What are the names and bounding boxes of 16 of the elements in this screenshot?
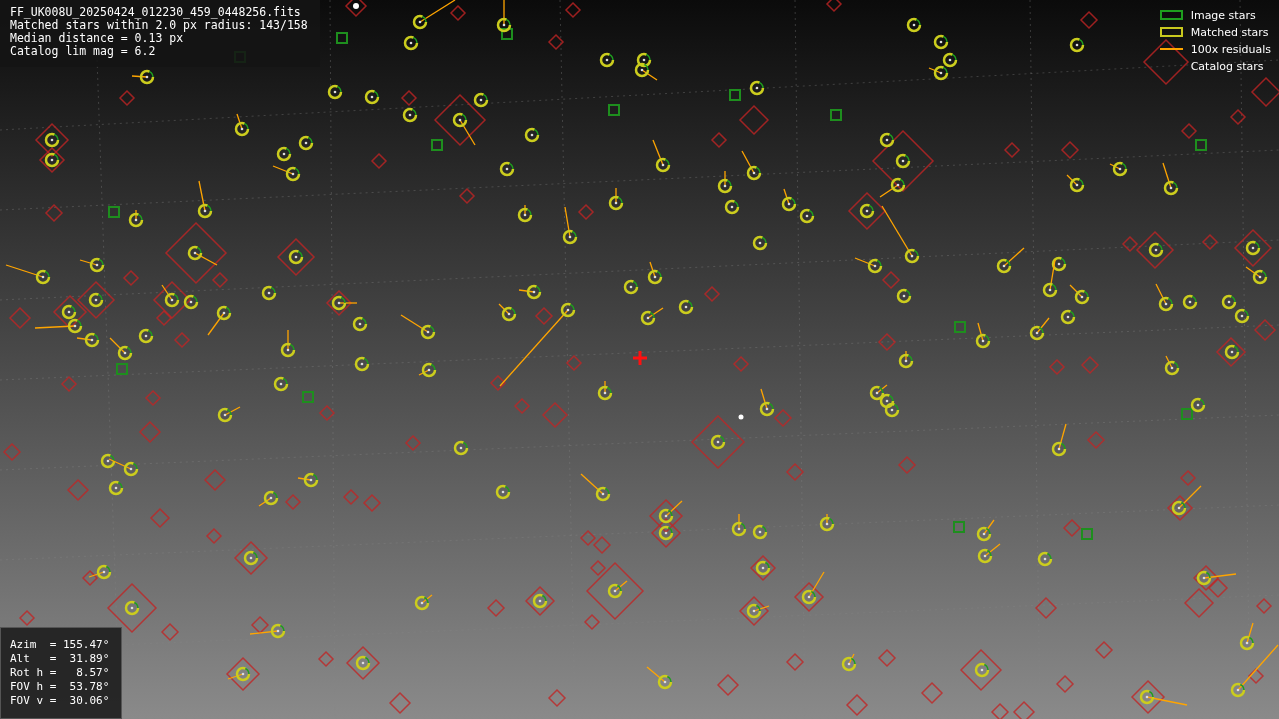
pointing-text: FOV h = 53.78° [10,680,110,694]
info-text: FF_UK008U_20250424_012230_459_0448256.fits [10,6,302,19]
legend-line-icon [1159,48,1183,50]
pointing-text: FOV v = 30.06° [10,694,110,708]
info-text: Median distance = 0.13 px [10,32,184,45]
legend-label: Matched stars [1190,25,1269,39]
legend-label: Image stars [1190,8,1256,22]
legend-swatch-icon [1159,10,1183,20]
pointing-text: Rot h = 8.57° [10,666,110,680]
pointing-text: Azim = 155.47° [10,638,110,652]
legend-label: 100x residuals [1190,42,1271,56]
legend-label: Catalog stars [1190,59,1264,73]
info-text: Matched stars within 2.0 px radius: 143/158 [10,19,309,32]
pointing-text: Alt = 31.89° [10,652,110,666]
info-text: Catalog lim mag = 6.2 [10,45,157,58]
legend-swatch-icon [1159,27,1183,37]
